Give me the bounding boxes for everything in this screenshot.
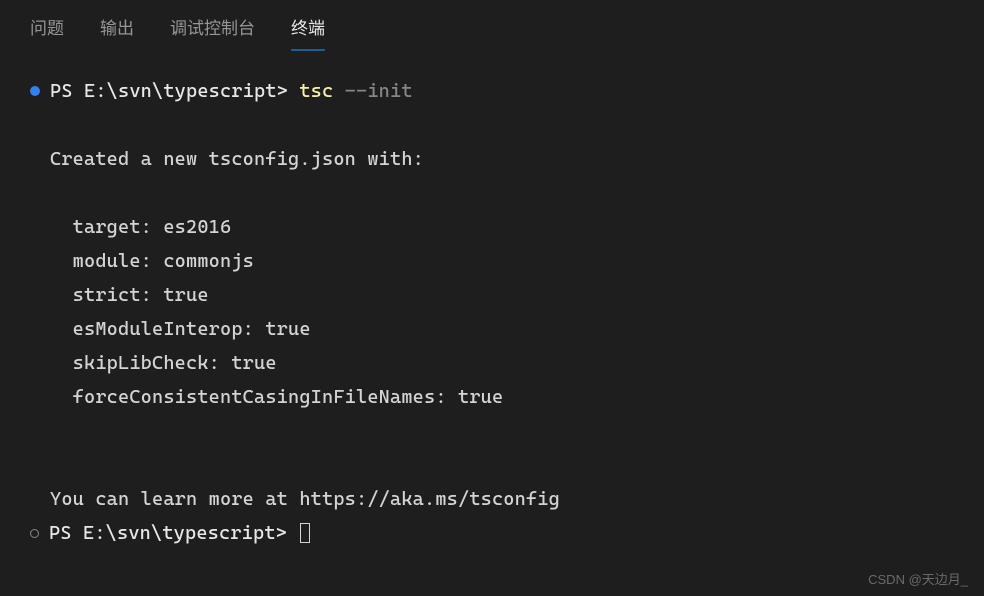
terminal-line: strict: true [30,278,954,312]
output-text: You can learn more at https://aka.ms/tsc… [50,482,560,516]
terminal-line: target: es2016 [30,210,954,244]
terminal-line: PS E:\svn\typescript> tsc --init [30,74,954,108]
prompt-indicator-icon [30,529,39,538]
output-text: target: es2016 [50,210,231,244]
terminal-line: You can learn more at https://aka.ms/tsc… [30,482,954,516]
output-text: skipLibCheck: true [50,346,277,380]
tab-output[interactable]: 输出 [100,2,134,51]
tab-problems[interactable]: 问题 [30,2,64,51]
output-text: Created a new tsconfig.json with: [50,142,424,176]
tab-terminal[interactable]: 终端 [291,2,325,51]
change-indicator-icon [30,86,40,96]
panel-tabs: 问题 输出 调试控制台 终端 [0,0,984,52]
command-text: tsc [299,74,333,108]
prompt-text: PS E:\svn\typescript> [49,516,298,550]
output-text: esModuleInterop: true [50,312,311,346]
terminal-line: forceConsistentCasingInFileNames: true [30,380,954,414]
terminal-body[interactable]: PS E:\svn\typescript> tsc --init Created… [0,52,984,550]
cursor-icon [300,523,310,543]
watermark-text: CSDN @天边月_ [868,569,968,588]
terminal-line: Created a new tsconfig.json with: [30,142,954,176]
terminal-line: skipLibCheck: true [30,346,954,380]
output-text: strict: true [50,278,209,312]
terminal-line: PS E:\svn\typescript> [30,516,954,550]
output-text: forceConsistentCasingInFileNames: true [50,380,503,414]
command-arg: --init [333,74,412,108]
terminal-line: esModuleInterop: true [30,312,954,346]
prompt-text: PS E:\svn\typescript> [50,74,299,108]
tab-debug-console[interactable]: 调试控制台 [170,2,255,51]
terminal-line: module: commonjs [30,244,954,278]
output-text: module: commonjs [50,244,254,278]
